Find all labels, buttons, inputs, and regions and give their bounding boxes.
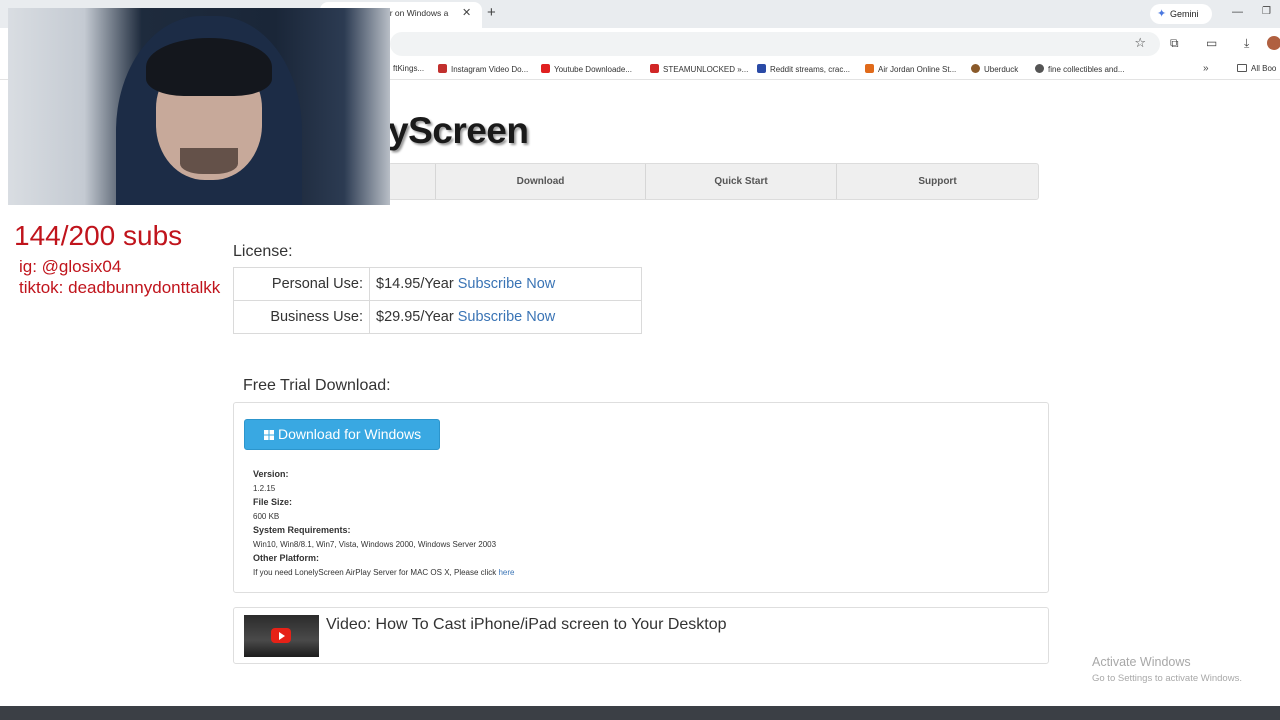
gemini-label: Gemini: [1170, 9, 1199, 19]
tiktok-handle: tiktok: deadbunnydonttalkk: [19, 278, 221, 297]
sysreq-value: Win10, Win8/8.1, Win7, Vista, Windows 20…: [253, 540, 497, 549]
version-value: 1.2.15: [253, 484, 276, 493]
webcam-overlay: [8, 8, 390, 205]
subscriber-goal: 144/200 subs: [14, 220, 183, 251]
license-label: Business Use:: [233, 300, 370, 334]
table-row: Personal Use: $14.95/Year Subscribe Now: [233, 267, 642, 301]
download-windows-button[interactable]: Download for Windows: [244, 419, 440, 450]
sparkle-icon: ✦: [1157, 8, 1167, 20]
site-logo[interactable]: yScreen: [388, 110, 529, 152]
bookmark-item[interactable]: STEAMUNLOCKED »...: [650, 64, 748, 74]
taskbar: [0, 706, 1280, 720]
nav-support[interactable]: Support: [836, 164, 1038, 199]
restore-icon[interactable]: ❐: [1262, 6, 1271, 17]
license-price-cell: $14.95/Year Subscribe Now: [369, 267, 642, 301]
license-label: Personal Use:: [233, 267, 370, 301]
chevron-more-icon[interactable]: »: [1203, 63, 1209, 74]
youtube-icon: [541, 64, 550, 73]
filesize-label: File Size:: [253, 497, 293, 507]
video-panel: Video: How To Cast iPhone/iPad screen to…: [233, 607, 1049, 664]
license-table: Personal Use: $14.95/Year Subscribe Now …: [233, 267, 642, 334]
table-row: Business Use: $29.95/Year Subscribe Now: [233, 300, 642, 334]
bookmark-item[interactable]: Instagram Video Do...: [438, 64, 528, 74]
bookmark-star-icon[interactable]: ☆: [1134, 35, 1146, 51]
minimize-icon[interactable]: —: [1232, 6, 1243, 18]
other-platform-label: Other Platform:: [253, 553, 320, 563]
all-bookmarks[interactable]: All Boo: [1237, 64, 1276, 73]
license-price: $14.95/Year: [376, 276, 454, 292]
bookmark-item[interactable]: fine collectibles and...: [1035, 64, 1125, 74]
bookmark-item[interactable]: Youtube Downloade...: [541, 64, 632, 74]
download-icon[interactable]: ⤓: [1244, 36, 1249, 51]
bookmark-item[interactable]: ftKings...: [393, 64, 424, 73]
bookmark-item[interactable]: Uberduck: [971, 64, 1018, 74]
webcam-beard: [180, 148, 238, 174]
video-title[interactable]: Video: How To Cast iPhone/iPad screen to…: [326, 616, 727, 634]
new-tab-icon[interactable]: +: [487, 4, 496, 21]
activate-windows-title: Activate Windows: [1092, 655, 1191, 669]
subscribe-business-link[interactable]: Subscribe Now: [458, 309, 556, 325]
version-label: Version:: [253, 469, 289, 479]
nav-home[interactable]: [389, 164, 435, 199]
video-thumbnail[interactable]: [244, 615, 319, 657]
jordan-icon: [865, 64, 874, 73]
trial-heading: Free Trial Download:: [243, 377, 391, 394]
uberduck-icon: [971, 64, 980, 73]
nav-download[interactable]: Download: [435, 164, 645, 199]
play-icon: [271, 628, 291, 643]
license-price-cell: $29.95/Year Subscribe Now: [369, 300, 642, 334]
site-nav: Download Quick Start Support: [388, 163, 1039, 200]
folder-icon: [1237, 64, 1247, 72]
bookmark-item[interactable]: Reddit streams, crac...: [757, 64, 850, 74]
steam-icon: [650, 64, 659, 73]
download-button-label: Download for Windows: [278, 426, 422, 442]
cast-icon[interactable]: ▭: [1206, 36, 1217, 50]
sysreq-label: System Requirements:: [253, 525, 351, 535]
reddit-streams-icon: [757, 64, 766, 73]
bookmark-item[interactable]: Air Jordan Online St...: [865, 64, 956, 74]
tab-close-icon[interactable]: ✕: [462, 6, 471, 19]
instagram-icon: [438, 64, 447, 73]
activate-windows-subtitle: Go to Settings to activate Windows.: [1092, 673, 1242, 684]
nav-quick-start[interactable]: Quick Start: [645, 164, 836, 199]
download-panel: Download for Windows Version: 1.2.15 Fil…: [233, 402, 1049, 593]
windows-logo-icon: [264, 430, 274, 440]
address-bar[interactable]: ☆: [390, 32, 1160, 56]
instagram-handle: ig: @glosix04: [19, 257, 122, 276]
globe-icon: [1035, 64, 1044, 73]
gemini-button[interactable]: ✦ Gemini: [1150, 4, 1212, 24]
webcam-hair: [146, 38, 272, 96]
extensions-icon[interactable]: ⧉: [1170, 36, 1179, 51]
subscribe-personal-link[interactable]: Subscribe Now: [458, 276, 556, 292]
license-heading: License:: [233, 243, 293, 260]
filesize-value: 600 KB: [253, 512, 280, 521]
tab-title: er on Windows a: [385, 8, 449, 18]
license-price: $29.95/Year: [376, 309, 454, 325]
mac-download-link[interactable]: here: [498, 568, 514, 577]
other-platform-text: If you need LonelyScreen AirPlay Server …: [253, 568, 515, 577]
profile-avatar[interactable]: [1267, 36, 1280, 50]
